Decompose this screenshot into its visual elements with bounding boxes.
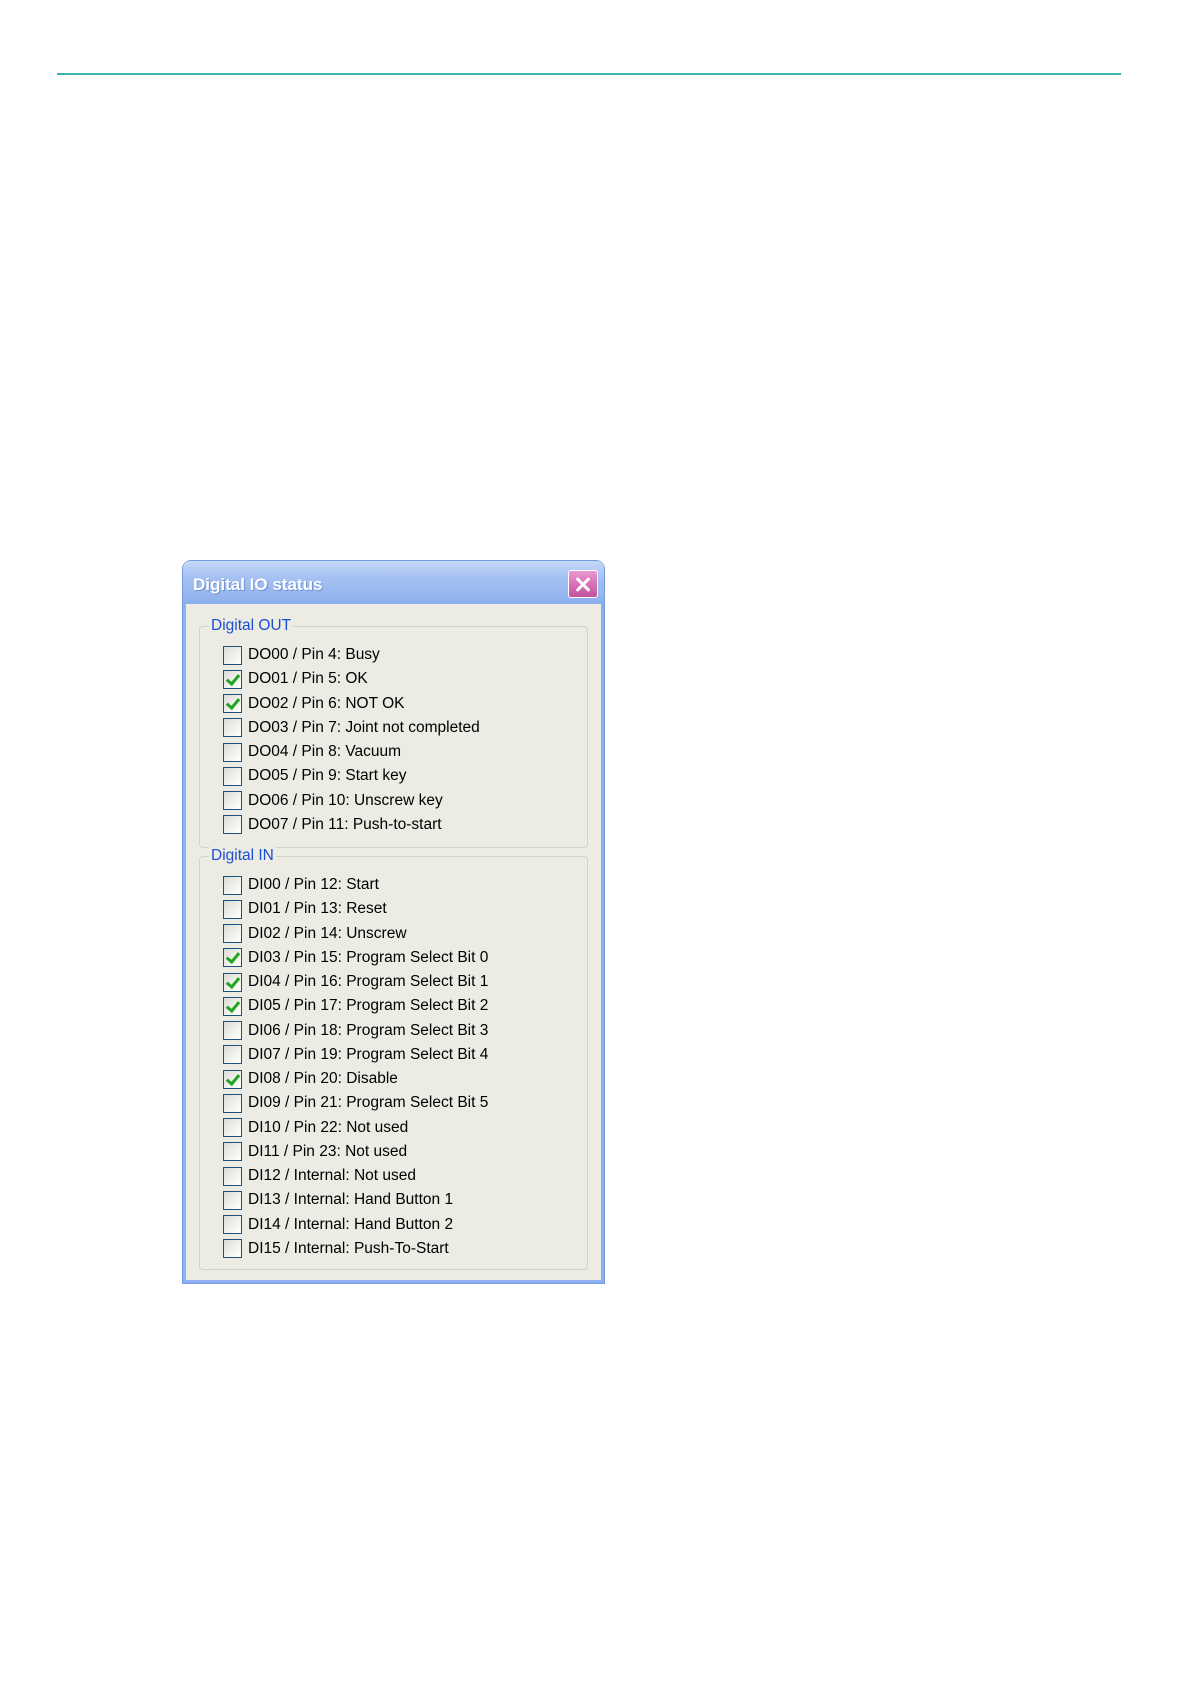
io-row-di09[interactable]: DI09 / Pin 21: Program Select Bit 5 [200, 1091, 587, 1115]
checkbox-di02[interactable] [223, 924, 242, 944]
io-row-di10[interactable]: DI10 / Pin 22: Not used [200, 1116, 587, 1140]
checkbox-do06[interactable] [223, 791, 242, 811]
checkbox-di05[interactable] [223, 996, 242, 1016]
io-row-di03[interactable]: DI03 / Pin 15: Program Select Bit 0 [200, 946, 587, 970]
io-row-di12[interactable]: DI12 / Internal: Not used [200, 1164, 587, 1188]
io-row-di11[interactable]: DI11 / Pin 23: Not used [200, 1140, 587, 1164]
checkbox-label-di02: DI02 / Pin 14: Unscrew [248, 924, 407, 942]
checkbox-label-di05: DI05 / Pin 17: Program Select Bit 2 [248, 997, 489, 1015]
checkbox-do00[interactable] [223, 645, 242, 665]
close-icon[interactable] [568, 570, 598, 598]
io-row-di04[interactable]: DI04 / Pin 16: Program Select Bit 1 [200, 970, 587, 994]
checkbox-label-di08: DI08 / Pin 20: Disable [248, 1070, 398, 1088]
dialog-client-area: Digital OUT DO00 / Pin 4: Busy DO01 / Pi… [186, 604, 601, 1280]
checkbox-di10[interactable] [223, 1118, 242, 1138]
io-row-di01[interactable]: DI01 / Pin 13: Reset [200, 897, 587, 921]
io-row-do03[interactable]: DO03 / Pin 7: Joint not completed [200, 716, 587, 740]
io-row-do01[interactable]: DO01 / Pin 5: OK [200, 667, 587, 691]
io-row-do07[interactable]: DO07 / Pin 11: Push-to-start [200, 813, 587, 837]
checkbox-label-di03: DI03 / Pin 15: Program Select Bit 0 [248, 948, 489, 966]
io-row-di08[interactable]: DI08 / Pin 20: Disable [200, 1067, 587, 1091]
digital-out-group: Digital OUT DO00 / Pin 4: Busy DO01 / Pi… [199, 616, 588, 848]
checkbox-di12[interactable] [223, 1166, 242, 1186]
checkbox-di00[interactable] [223, 875, 242, 895]
checkbox-label-do01: DO01 / Pin 5: OK [248, 670, 368, 688]
digital-out-list: DO00 / Pin 4: Busy DO01 / Pin 5: OK DO02… [200, 643, 587, 837]
checkbox-label-di15: DI15 / Internal: Push-To-Start [248, 1239, 449, 1257]
checkbox-di06[interactable] [223, 1021, 242, 1041]
checkbox-do05[interactable] [223, 766, 242, 786]
checkbox-di14[interactable] [223, 1215, 242, 1235]
io-row-di13[interactable]: DI13 / Internal: Hand Button 1 [200, 1188, 587, 1212]
checkbox-label-do04: DO04 / Pin 8: Vacuum [248, 743, 402, 761]
checkbox-di08[interactable] [223, 1069, 242, 1089]
checkbox-do02[interactable] [223, 694, 242, 714]
checkbox-label-di09: DI09 / Pin 21: Program Select Bit 5 [248, 1094, 489, 1112]
checkbox-label-di12: DI12 / Internal: Not used [248, 1167, 417, 1185]
checkbox-label-di13: DI13 / Internal: Hand Button 1 [248, 1191, 454, 1209]
io-row-do05[interactable]: DO05 / Pin 9: Start key [200, 764, 587, 788]
checkbox-label-di04: DI04 / Pin 16: Program Select Bit 1 [248, 973, 489, 991]
checkbox-do04[interactable] [223, 742, 242, 762]
group-label-digital-out: Digital OUT [209, 616, 294, 636]
checkbox-label-do07: DO07 / Pin 11: Push-to-start [248, 815, 442, 833]
checkbox-label-do05: DO05 / Pin 9: Start key [248, 767, 407, 785]
checkbox-label-di01: DI01 / Pin 13: Reset [248, 900, 387, 918]
checkbox-label-di07: DI07 / Pin 19: Program Select Bit 4 [248, 1045, 489, 1063]
io-row-di00[interactable]: DI00 / Pin 12: Start [200, 873, 587, 897]
checkbox-label-di14: DI14 / Internal: Hand Button 2 [248, 1215, 454, 1233]
io-row-do00[interactable]: DO00 / Pin 4: Busy [200, 643, 587, 667]
checkbox-di11[interactable] [223, 1142, 242, 1162]
checkbox-di01[interactable] [223, 899, 242, 919]
digital-io-status-dialog: Digital IO status Digital OUT DO00 / Pin… [183, 561, 604, 1283]
checkbox-label-do02: DO02 / Pin 6: NOT OK [248, 694, 405, 712]
io-row-di07[interactable]: DI07 / Pin 19: Program Select Bit 4 [200, 1043, 587, 1067]
io-row-do02[interactable]: DO02 / Pin 6: NOT OK [200, 692, 587, 716]
dialog-title: Digital IO status [193, 575, 323, 594]
checkbox-label-do06: DO06 / Pin 10: Unscrew key [248, 791, 443, 809]
io-row-di06[interactable]: DI06 / Pin 18: Program Select Bit 3 [200, 1019, 587, 1043]
checkbox-di15[interactable] [223, 1239, 242, 1259]
checkbox-do03[interactable] [223, 718, 242, 738]
checkbox-do07[interactable] [223, 815, 242, 835]
checkbox-di07[interactable] [223, 1045, 242, 1065]
checkbox-label-di11: DI11 / Pin 23: Not used [248, 1142, 408, 1160]
io-row-di14[interactable]: DI14 / Internal: Hand Button 2 [200, 1213, 587, 1237]
header-rule [57, 73, 1121, 75]
checkbox-di04[interactable] [223, 972, 242, 992]
dialog-title-bar[interactable]: Digital IO status [183, 561, 604, 604]
io-row-di05[interactable]: DI05 / Pin 17: Program Select Bit 2 [200, 994, 587, 1018]
digital-in-group: Digital IN DI00 / Pin 12: Start DI01 / P… [199, 846, 588, 1270]
io-row-do04[interactable]: DO04 / Pin 8: Vacuum [200, 740, 587, 764]
checkbox-di03[interactable] [223, 948, 242, 968]
group-label-digital-in: Digital IN [209, 846, 276, 866]
checkbox-di09[interactable] [223, 1093, 242, 1113]
checkbox-label-di00: DI00 / Pin 12: Start [248, 876, 379, 894]
checkbox-label-do00: DO00 / Pin 4: Busy [248, 646, 380, 664]
checkbox-di13[interactable] [223, 1190, 242, 1210]
digital-in-list: DI00 / Pin 12: Start DI01 / Pin 13: Rese… [200, 873, 587, 1261]
document-page: Digital IO status Digital OUT DO00 / Pin… [0, 0, 1191, 1684]
checkbox-label-do03: DO03 / Pin 7: Joint not completed [248, 718, 480, 736]
checkbox-do01[interactable] [223, 669, 242, 689]
io-row-do06[interactable]: DO06 / Pin 10: Unscrew key [200, 789, 587, 813]
checkbox-label-di06: DI06 / Pin 18: Program Select Bit 3 [248, 1021, 489, 1039]
io-row-di02[interactable]: DI02 / Pin 14: Unscrew [200, 922, 587, 946]
checkbox-label-di10: DI10 / Pin 22: Not used [248, 1118, 409, 1136]
io-row-di15[interactable]: DI15 / Internal: Push-To-Start [200, 1237, 587, 1261]
